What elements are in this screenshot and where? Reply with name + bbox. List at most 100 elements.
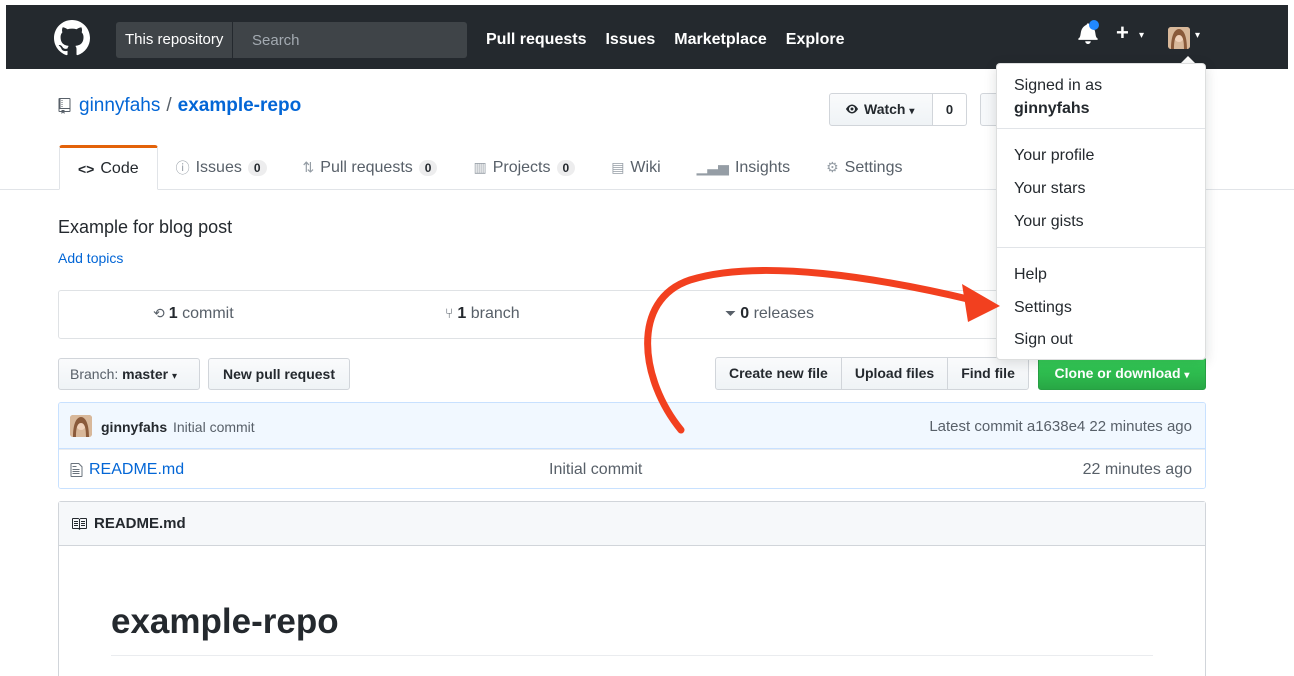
create-new-plus-icon[interactable]: + bbox=[1116, 20, 1129, 46]
graph-icon: ▁▃▅ bbox=[696, 159, 729, 175]
dropdown-divider bbox=[997, 128, 1205, 129]
upload-files-button[interactable]: Upload files bbox=[840, 357, 949, 390]
clone-or-download-button[interactable]: Clone or download ▾ bbox=[1038, 357, 1206, 390]
branch-icon: ⑂ bbox=[445, 305, 454, 321]
book-icon: ▤ bbox=[611, 159, 625, 175]
repo-path-separator: / bbox=[166, 95, 172, 116]
chevron-down-icon: ▾ bbox=[909, 106, 915, 117]
file-actions: Create new file Upload files Find file bbox=[715, 357, 1029, 390]
search-box: This repository bbox=[116, 22, 467, 58]
projects-counter: 0 bbox=[556, 159, 576, 176]
user-avatar-menu[interactable] bbox=[1168, 27, 1190, 49]
commit-author-link[interactable]: ginnyfahs bbox=[101, 419, 167, 435]
menu-item-help[interactable]: Help bbox=[1014, 265, 1047, 285]
nav-explore[interactable]: Explore bbox=[786, 22, 845, 58]
releases-summary[interactable]: ⏷ 0 releases bbox=[725, 291, 814, 338]
watch-label: Watch bbox=[864, 101, 906, 117]
book-icon bbox=[72, 518, 87, 530]
tab-projects[interactable]: ▥ Projects 0 bbox=[455, 145, 593, 190]
releases-count: 0 bbox=[740, 305, 750, 322]
readme-header: README.md bbox=[59, 502, 1205, 546]
repo-title: ginnyfahs / example-repo bbox=[58, 95, 301, 117]
nav-issues[interactable]: Issues bbox=[605, 22, 655, 58]
commits-summary[interactable]: ⟲ 1 commit bbox=[153, 291, 234, 338]
menu-item-your-profile[interactable]: Your profile bbox=[1014, 146, 1094, 166]
tab-wiki[interactable]: ▤ Wiki bbox=[593, 145, 678, 190]
chevron-down-icon: ▾ bbox=[1139, 30, 1145, 41]
tab-code[interactable]: <> Code bbox=[59, 145, 158, 190]
github-logo-icon[interactable] bbox=[54, 20, 90, 56]
readme-title: README.md bbox=[94, 515, 186, 532]
signed-in-label: Signed in as bbox=[1014, 77, 1103, 94]
chevron-down-icon: ▾ bbox=[171, 371, 177, 382]
clone-label: Clone or download bbox=[1054, 365, 1181, 381]
create-new-file-button[interactable]: Create new file bbox=[715, 357, 842, 390]
issues-counter: 0 bbox=[247, 159, 267, 176]
dropdown-header: Signed in as ginnyfahs bbox=[1014, 74, 1102, 120]
project-icon: ▥ bbox=[473, 159, 487, 175]
gear-icon: ⚙ bbox=[826, 159, 839, 175]
file-text-icon bbox=[70, 463, 83, 477]
new-pull-request-button[interactable]: New pull request bbox=[208, 358, 350, 390]
branch-prefix: Branch: bbox=[70, 366, 119, 382]
branches-label: branch bbox=[470, 305, 520, 322]
tab-projects-label: Projects bbox=[492, 158, 551, 176]
file-name-link[interactable]: README.md bbox=[89, 461, 184, 479]
pull-request-icon: ⇅ bbox=[302, 159, 315, 175]
repo-description: Example for blog post bbox=[58, 217, 233, 237]
tab-pull-requests-label: Pull requests bbox=[320, 158, 413, 176]
commits-label: commit bbox=[182, 305, 234, 322]
repo-name-link[interactable]: example-repo bbox=[178, 95, 302, 117]
eye-icon bbox=[846, 104, 858, 114]
watch-count[interactable]: 0 bbox=[933, 93, 967, 126]
search-scope-label: This repository bbox=[116, 22, 234, 58]
code-icon: <> bbox=[78, 160, 95, 177]
branch-select-button[interactable]: Branch: master ▾ bbox=[58, 358, 200, 390]
search-input[interactable] bbox=[246, 22, 456, 58]
releases-label: releases bbox=[753, 305, 815, 322]
branches-summary[interactable]: ⑂ 1 branch bbox=[445, 291, 520, 338]
menu-item-your-gists[interactable]: Your gists bbox=[1014, 212, 1084, 232]
chevron-down-icon: ▾ bbox=[1184, 370, 1190, 381]
tab-settings[interactable]: ⚙ Settings bbox=[808, 145, 920, 190]
latest-commit-info[interactable]: Latest commit a1638e4 22 minutes ago bbox=[929, 418, 1192, 435]
commit-message-link[interactable]: Initial commit bbox=[173, 419, 255, 435]
issue-icon: ⓘ bbox=[175, 159, 190, 176]
readme-heading: example-repo bbox=[111, 602, 339, 641]
readme-panel: README.md example-repo bbox=[58, 501, 1206, 676]
tab-code-label: Code bbox=[100, 159, 139, 177]
menu-item-your-stars[interactable]: Your stars bbox=[1014, 179, 1085, 199]
readme-heading-rule bbox=[111, 655, 1153, 656]
unread-notification-dot bbox=[1089, 20, 1099, 30]
avatar-image-icon bbox=[1168, 27, 1190, 49]
history-icon: ⟲ bbox=[153, 305, 165, 321]
tab-insights-label: Insights bbox=[734, 158, 791, 176]
pull-requests-counter: 0 bbox=[418, 159, 438, 176]
branches-count: 1 bbox=[457, 305, 467, 322]
find-file-button[interactable]: Find file bbox=[947, 357, 1029, 390]
avatar-image-icon bbox=[70, 415, 92, 437]
watch-button[interactable]: Watch ▾ bbox=[829, 93, 933, 126]
dropdown-divider bbox=[997, 247, 1205, 248]
add-topics-link[interactable]: Add topics bbox=[58, 250, 123, 266]
commits-count: 1 bbox=[168, 305, 178, 322]
tab-insights[interactable]: ▁▃▅ Insights bbox=[679, 145, 808, 190]
repo-tabs: <> Code ⓘ Issues 0 ⇅ Pull requests 0 ▥ P… bbox=[59, 145, 920, 190]
tag-icon: ⏷ bbox=[725, 305, 737, 321]
top-nav: Pull requests Issues Marketplace Explore bbox=[486, 22, 863, 58]
repo-owner-link[interactable]: ginnyfahs bbox=[79, 95, 160, 117]
tab-issues[interactable]: ⓘ Issues 0 bbox=[158, 145, 285, 190]
file-commit-message[interactable]: Initial commit bbox=[549, 461, 642, 479]
user-dropdown-menu: Signed in as ginnyfahs Your profile Your… bbox=[996, 63, 1206, 360]
nav-pull-requests[interactable]: Pull requests bbox=[486, 22, 586, 58]
file-table: ginnyfahs Initial commit Latest commit a… bbox=[58, 402, 1206, 489]
menu-item-sign-out[interactable]: Sign out bbox=[1014, 330, 1073, 350]
table-row: README.md Initial commit 22 minutes ago bbox=[59, 449, 1205, 488]
repo-icon bbox=[58, 98, 71, 114]
avatar-chevron-down-icon: ▾ bbox=[1195, 30, 1201, 41]
latest-commit-bar: ginnyfahs Initial commit Latest commit a… bbox=[59, 403, 1205, 449]
menu-item-settings[interactable]: Settings bbox=[1014, 298, 1072, 318]
nav-marketplace[interactable]: Marketplace bbox=[674, 22, 767, 58]
commit-author-avatar[interactable] bbox=[70, 415, 92, 437]
tab-pull-requests[interactable]: ⇅ Pull requests 0 bbox=[285, 145, 456, 190]
